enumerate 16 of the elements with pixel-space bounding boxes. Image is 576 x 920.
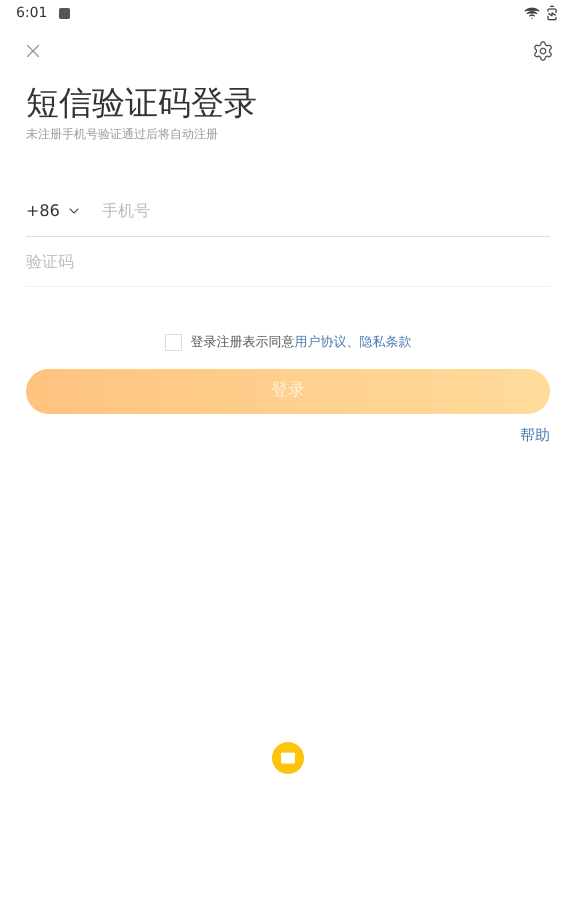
settings-button[interactable] xyxy=(532,40,554,62)
help-link[interactable]: 帮助 xyxy=(520,424,550,446)
phone-input-field[interactable]: 手机号 xyxy=(102,198,550,222)
status-time: 6:01 xyxy=(16,4,48,22)
notification-icon xyxy=(59,8,70,18)
agreement-link[interactable]: 隐私条款 xyxy=(360,335,412,350)
mail-icon[interactable] xyxy=(272,742,304,774)
agreement-checkbox[interactable] xyxy=(164,334,182,352)
page-subtitle: 未注册手机号验证通过后将自动注册 xyxy=(26,126,219,143)
code-input-field[interactable]: 验证码 xyxy=(26,250,550,274)
country-code-dropdown[interactable]: +86 xyxy=(26,198,82,222)
agreement-text: 登录注册表示同意用户协议、隐私条款 xyxy=(190,334,412,352)
agreement-link[interactable]: 用户协议 xyxy=(294,335,346,350)
wifi-icon xyxy=(524,5,540,21)
settings-icon xyxy=(532,40,554,62)
page-title: 短信验证码登录 xyxy=(26,82,258,124)
